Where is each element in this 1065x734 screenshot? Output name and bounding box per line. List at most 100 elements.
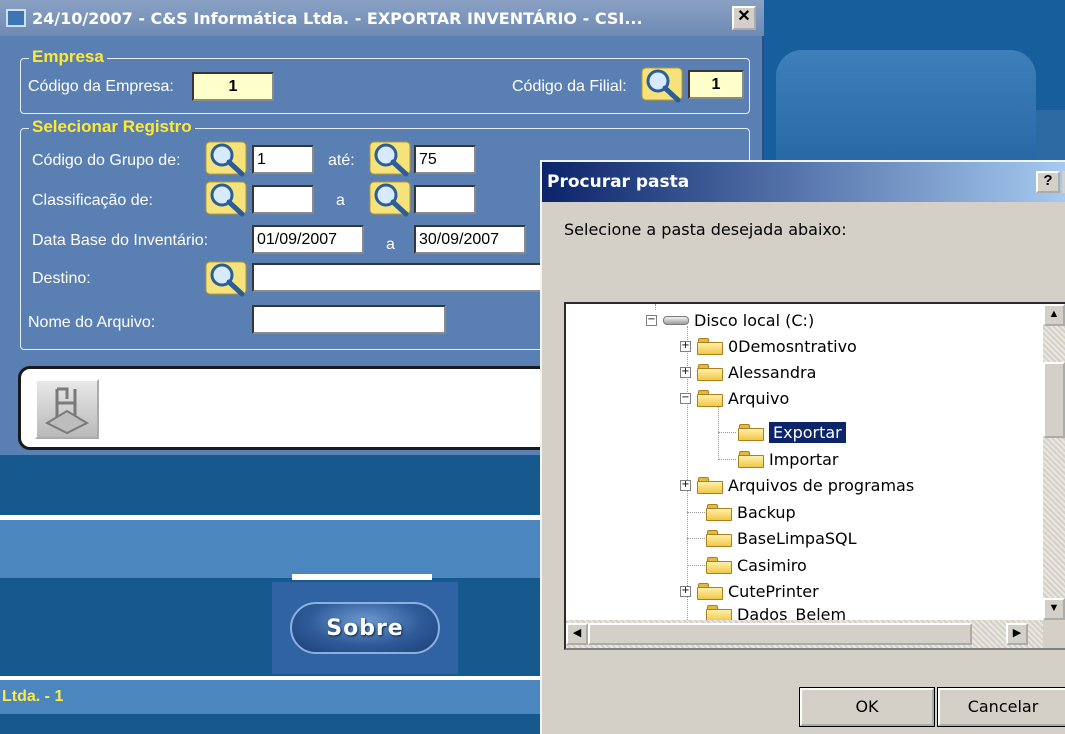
scroll-right-button[interactable]: ▶ [1006, 623, 1028, 645]
grupo-ate-label: até: [328, 152, 355, 169]
export-button[interactable] [35, 379, 99, 439]
tree-item-baselimpasql[interactable]: BaseLimpaSQL [706, 526, 857, 550]
tree-line [718, 459, 736, 460]
data-de-field[interactable]: 01/09/2007 [252, 225, 364, 254]
destino-field[interactable] [252, 263, 542, 292]
close-icon: ✕ [737, 8, 751, 25]
tree-item-label: Importar [769, 449, 839, 469]
collapse-icon[interactable]: − [680, 392, 691, 404]
help-button[interactable]: ? [1036, 171, 1060, 193]
tree-item-label: 0Demosntrativo [728, 336, 857, 356]
collapse-icon[interactable]: − [646, 314, 657, 326]
folder-tree[interactable]: − Disco local (C:) + 0Demosntrativo + Al… [564, 302, 1065, 650]
sobre-button[interactable]: Sobre [290, 602, 440, 654]
background-status-bar: Ltda. - 1 [0, 680, 560, 714]
tree-item-label: Alessandra [728, 362, 817, 382]
window-titlebar[interactable]: 24/10/2007 - C&S Informática Ltda. - EXP… [0, 0, 764, 36]
search-grupo-de-icon[interactable] [204, 138, 248, 178]
folder-icon [706, 503, 732, 521]
folder-icon [697, 389, 723, 407]
search-filial-icon[interactable] [640, 64, 684, 104]
grupo-de-field[interactable]: 1 [252, 145, 314, 174]
grupo-ate-field[interactable]: 75 [414, 145, 476, 174]
dialog-message: Selecione a pasta desejada abaixo: [564, 220, 847, 239]
tree-item-label: CutePrinter [728, 581, 819, 601]
vertical-scrollbar[interactable]: ▲ ▼ [1043, 304, 1065, 620]
folder-icon [697, 476, 723, 494]
scroll-left-button[interactable]: ◀ [566, 623, 588, 645]
tree-item-arquivos-de-programas[interactable]: + Arquivos de programas [680, 473, 914, 497]
scrollbar-corner [1043, 620, 1065, 648]
tree-item-dados-belem[interactable]: Dados_Belem [706, 605, 846, 620]
data-a-label: a [386, 236, 395, 253]
data-base-label: Data Base do Inventário: [32, 232, 209, 249]
tree-item-label: BaseLimpaSQL [737, 528, 857, 548]
destino-label: Destino: [32, 270, 91, 287]
scroll-down-button[interactable]: ▼ [1043, 598, 1065, 620]
background-bottom-strip [0, 714, 560, 734]
tree-line [687, 565, 705, 566]
codigo-empresa-label: Código da Empresa: [28, 78, 174, 95]
scroll-thumb[interactable] [1043, 362, 1065, 438]
nome-arquivo-field[interactable] [252, 305, 446, 334]
tree-item-alessandra[interactable]: + Alessandra [680, 360, 816, 384]
export-icon [44, 387, 90, 435]
search-destino-icon[interactable] [204, 258, 248, 298]
expand-icon[interactable]: + [680, 366, 691, 378]
dialog-title: Procurar pasta [547, 172, 690, 192]
tree-item-label: Casimiro [737, 555, 807, 575]
search-classificacao-de-icon[interactable] [204, 178, 248, 218]
folder-icon [697, 582, 723, 600]
tree-item-0demosntrativo[interactable]: + 0Demosntrativo [680, 334, 857, 358]
tree-line [687, 538, 705, 539]
window-title: 24/10/2007 - C&S Informática Ltda. - EXP… [32, 8, 643, 28]
classificacao-a-field[interactable] [414, 185, 476, 214]
expand-icon[interactable]: + [680, 585, 691, 597]
action-bar [18, 366, 578, 450]
data-a-field[interactable]: 30/09/2007 [414, 225, 526, 254]
expand-icon[interactable]: + [680, 479, 691, 491]
scroll-h-thumb[interactable] [588, 623, 972, 645]
status-text: Ltda. - 1 [2, 688, 64, 705]
tree-line [718, 406, 719, 460]
tree-item-casimiro[interactable]: Casimiro [706, 553, 807, 577]
tree-line [718, 432, 736, 433]
tree-item-arquivo[interactable]: − Arquivo [680, 386, 789, 410]
close-button[interactable]: ✕ [732, 6, 756, 30]
search-grupo-ate-icon[interactable] [368, 138, 412, 178]
drive-icon [663, 313, 689, 327]
empresa-legend: Empresa [29, 47, 107, 67]
tree-item-disco-local[interactable]: − Disco local (C:) [646, 308, 814, 332]
search-classificacao-a-icon[interactable] [368, 178, 412, 218]
nome-arquivo-label: Nome do Arquivo: [28, 314, 156, 331]
tree-item-label-selected: Exportar [769, 421, 846, 443]
codigo-empresa-field[interactable]: 1 [192, 72, 274, 101]
classificacao-a-label: a [336, 192, 345, 209]
tree-item-exportar[interactable]: Exportar [738, 420, 846, 444]
tree-item-importar[interactable]: Importar [738, 447, 838, 471]
folder-icon [706, 556, 732, 574]
codigo-filial-field[interactable]: 1 [688, 70, 744, 99]
background-panel-top [764, 0, 1065, 170]
sobre-button-area: Sobre [272, 582, 458, 674]
tree-item-cuteprinter[interactable]: + CutePrinter [680, 579, 819, 603]
background-rounded-panel [776, 50, 1036, 170]
background-band [0, 455, 560, 515]
dialog-titlebar[interactable]: Procurar pasta [542, 162, 1065, 202]
procurar-pasta-dialog: Procurar pasta ? Selecione a pasta desej… [540, 160, 1065, 734]
grupo-label: Código do Grupo de: [32, 152, 181, 169]
background-gap [292, 574, 432, 580]
classificacao-de-field[interactable] [252, 185, 314, 214]
tree-line [687, 512, 705, 513]
background-band-light [0, 520, 560, 578]
tree-item-backup[interactable]: Backup [706, 500, 796, 524]
scroll-up-button[interactable]: ▲ [1043, 304, 1065, 326]
tree-item-label: Arquivo [728, 388, 790, 408]
tree-item-label: Dados_Belem [737, 605, 847, 620]
horizontal-scrollbar[interactable]: ◀ ▶ [566, 620, 1047, 648]
expand-icon[interactable]: + [680, 340, 691, 352]
cancel-button[interactable]: Cancelar [937, 687, 1065, 727]
folder-icon [706, 605, 732, 620]
tree-item-label: Arquivos de programas [728, 475, 915, 495]
ok-button[interactable]: OK [799, 687, 935, 727]
